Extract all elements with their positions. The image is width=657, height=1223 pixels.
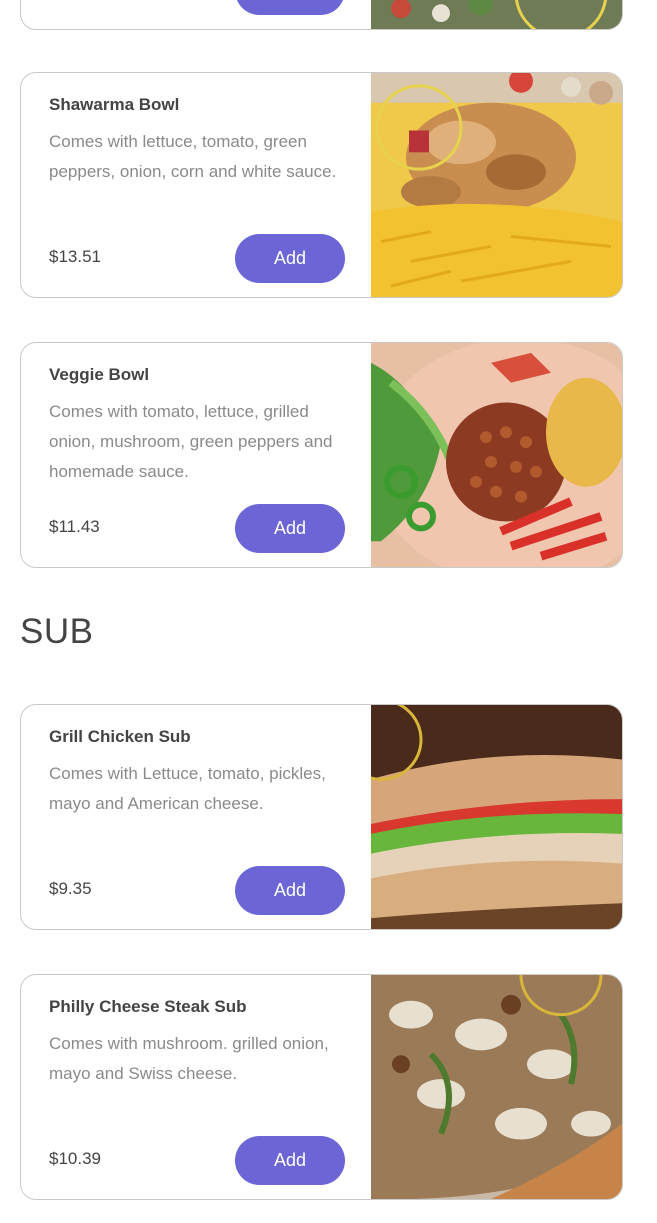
menu-item-card[interactable]: Philly Cheese Steak Sub Comes with mushr…: [20, 974, 623, 1200]
philly-cheese-steak-sub-photo: [371, 975, 622, 1199]
item-description: Comes with lettuce, tomato, green pepper…: [49, 132, 337, 181]
add-button-partial[interactable]: [235, 0, 345, 15]
item-name: Grill Chicken Sub: [49, 727, 191, 746]
item-description: Comes with mushroom. grilled onion, mayo…: [49, 1034, 329, 1083]
section-title-sub: SUB: [20, 612, 94, 651]
shawarma-bowl-photo: [371, 73, 622, 297]
veggie-bowl-photo: [371, 343, 622, 567]
item-description: Comes with tomato, lettuce, grilled onio…: [49, 402, 333, 481]
menu-item-card[interactable]: Shawarma Bowl Comes with lettuce, tomato…: [20, 72, 623, 298]
item-price: $10.39: [49, 1149, 101, 1168]
item-name: Shawarma Bowl: [49, 95, 180, 114]
add-button[interactable]: Add: [235, 504, 345, 553]
menu-item-card[interactable]: Grill Chicken Sub Comes with Lettuce, to…: [20, 704, 623, 930]
food-photo-partial: [371, 0, 622, 29]
menu-item-card[interactable]: Veggie Bowl Comes with tomato, lettuce, …: [20, 342, 623, 568]
grill-chicken-sub-photo: [371, 705, 622, 929]
add-button[interactable]: Add: [235, 234, 345, 283]
menu-item-card-partial: [20, 0, 623, 30]
item-name: Veggie Bowl: [49, 365, 150, 384]
add-button[interactable]: Add: [235, 1136, 345, 1185]
item-description: Comes with Lettuce, tomato, pickles, may…: [49, 764, 326, 813]
item-price: $9.35: [49, 879, 92, 898]
item-price: $13.51: [49, 247, 101, 266]
add-button[interactable]: Add: [235, 866, 345, 915]
item-name: Philly Cheese Steak Sub: [49, 997, 247, 1016]
item-price: $11.43: [49, 517, 100, 536]
